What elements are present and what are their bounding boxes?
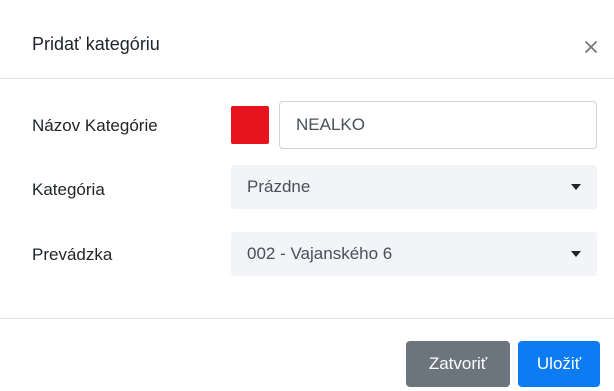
shop-label: Prevádzka <box>32 245 113 264</box>
close-button[interactable]: Zatvoriť <box>406 341 510 387</box>
dialog-title: Pridať kategóriu <box>32 34 160 54</box>
save-button[interactable]: Uložiť <box>518 341 600 387</box>
category-select-value: Prázdne <box>247 177 311 196</box>
color-picker-swatch[interactable] <box>231 106 269 144</box>
chevron-down-icon <box>571 184 581 190</box>
category-name-label: Názov Kategórie <box>32 116 158 135</box>
category-label: Kategória <box>32 180 105 199</box>
close-icon[interactable] <box>580 36 602 58</box>
shop-select[interactable]: 002 - Vajanského 6 <box>231 232 597 276</box>
shop-select-value: 002 - Vajanského 6 <box>247 244 393 263</box>
chevron-down-icon <box>571 251 581 257</box>
footer-divider <box>0 318 614 319</box>
category-select[interactable]: Prázdne <box>231 165 597 209</box>
dialog-header: Pridať kategóriu <box>0 0 614 79</box>
category-name-input[interactable] <box>279 101 597 149</box>
add-category-dialog: Pridať kategóriu Názov Kategórie Kategór… <box>0 0 614 391</box>
